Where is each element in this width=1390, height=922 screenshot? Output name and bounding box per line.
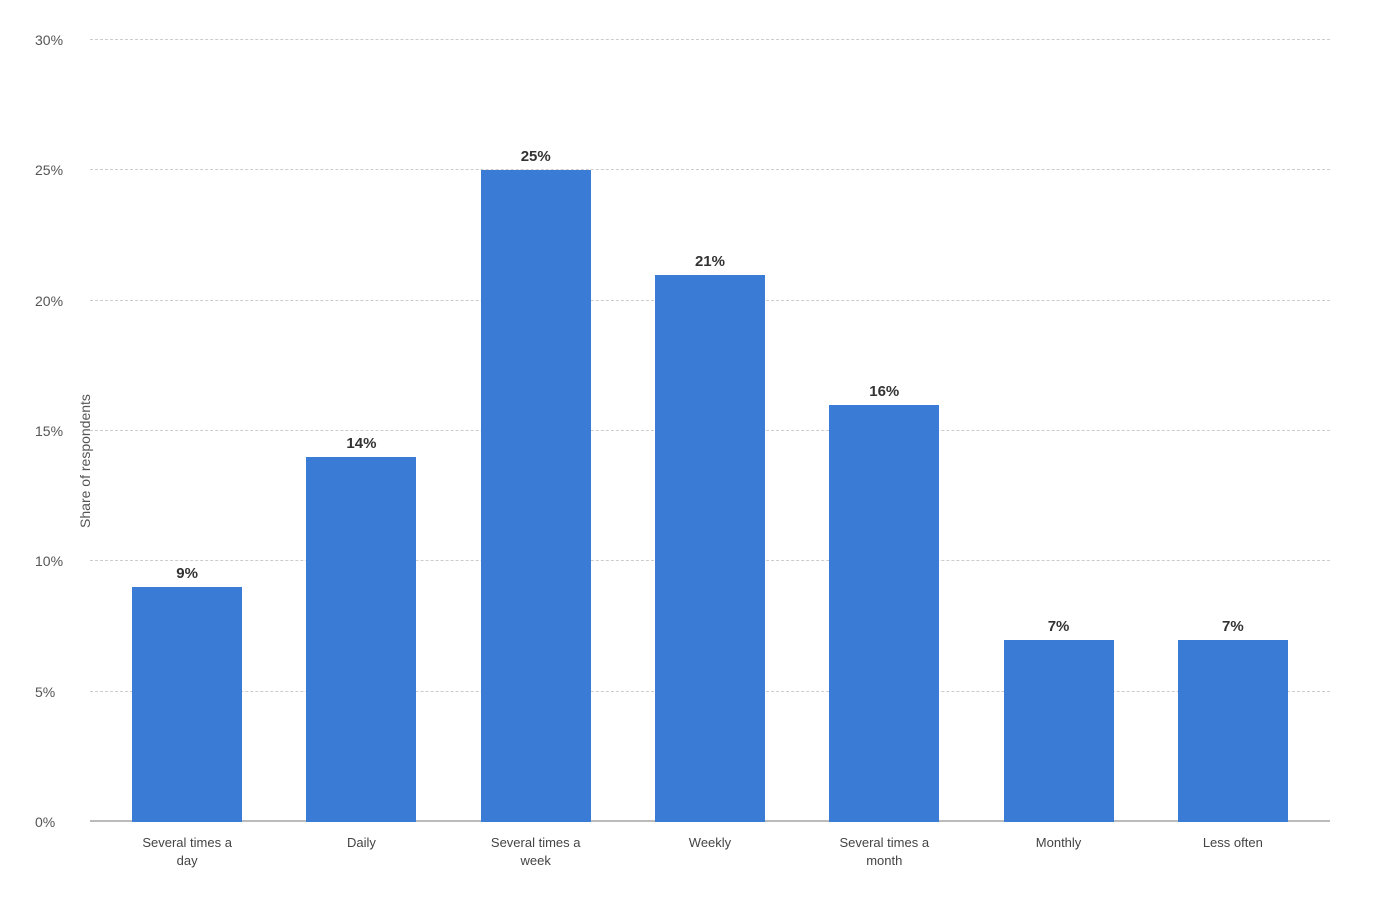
x-axis-label: Weekly <box>623 834 797 870</box>
bar-group: 16% <box>797 40 971 822</box>
x-axis-label: Less often <box>1146 834 1320 870</box>
bar-rect <box>132 587 242 822</box>
y-tick-label: 15% <box>35 423 63 439</box>
y-tick-label: 0% <box>35 814 55 830</box>
bar-value-label: 7% <box>1048 618 1070 635</box>
bar-rect <box>481 170 591 822</box>
bar-rect <box>1178 640 1288 822</box>
bar-value-label: 21% <box>695 253 725 270</box>
y-tick-label: 30% <box>35 32 63 48</box>
bar-value-label: 16% <box>869 383 899 400</box>
y-tick-label: 5% <box>35 684 55 700</box>
bar-value-label: 25% <box>521 148 551 165</box>
bars-wrapper: 9% 14% 25% 21% 16% 7% 7% <box>90 40 1330 822</box>
bar-group: 21% <box>623 40 797 822</box>
chart-area: 30%25%20%15%10%5%0%9%14%25%21%16%7%7% <box>90 40 1330 822</box>
bar-group: 7% <box>971 40 1145 822</box>
bar-group: 9% <box>100 40 274 822</box>
bar-value-label: 14% <box>346 435 376 452</box>
bar-rect <box>306 457 416 822</box>
x-axis-label: Monthly <box>971 834 1145 870</box>
chart-container: Share of respondents 30%25%20%15%10%5%0%… <box>0 0 1390 922</box>
bar-group: 7% <box>1146 40 1320 822</box>
x-axis-label: Daily <box>274 834 448 870</box>
bar-rect <box>1004 640 1114 822</box>
bar-rect <box>829 405 939 822</box>
x-axis-label: Several times aday <box>100 834 274 870</box>
bar-group: 14% <box>274 40 448 822</box>
y-tick-label: 20% <box>35 293 63 309</box>
bar-group: 25% <box>449 40 623 822</box>
bar-value-label: 7% <box>1222 618 1244 635</box>
bar-rect <box>655 275 765 822</box>
x-axis-label: Several times aweek <box>449 834 623 870</box>
x-axis-label: Several times amonth <box>797 834 971 870</box>
x-axis-labels: Several times adayDailySeveral times awe… <box>90 834 1330 870</box>
bar-value-label: 9% <box>176 565 198 582</box>
y-tick-label: 25% <box>35 162 63 178</box>
y-tick-label: 10% <box>35 553 63 569</box>
